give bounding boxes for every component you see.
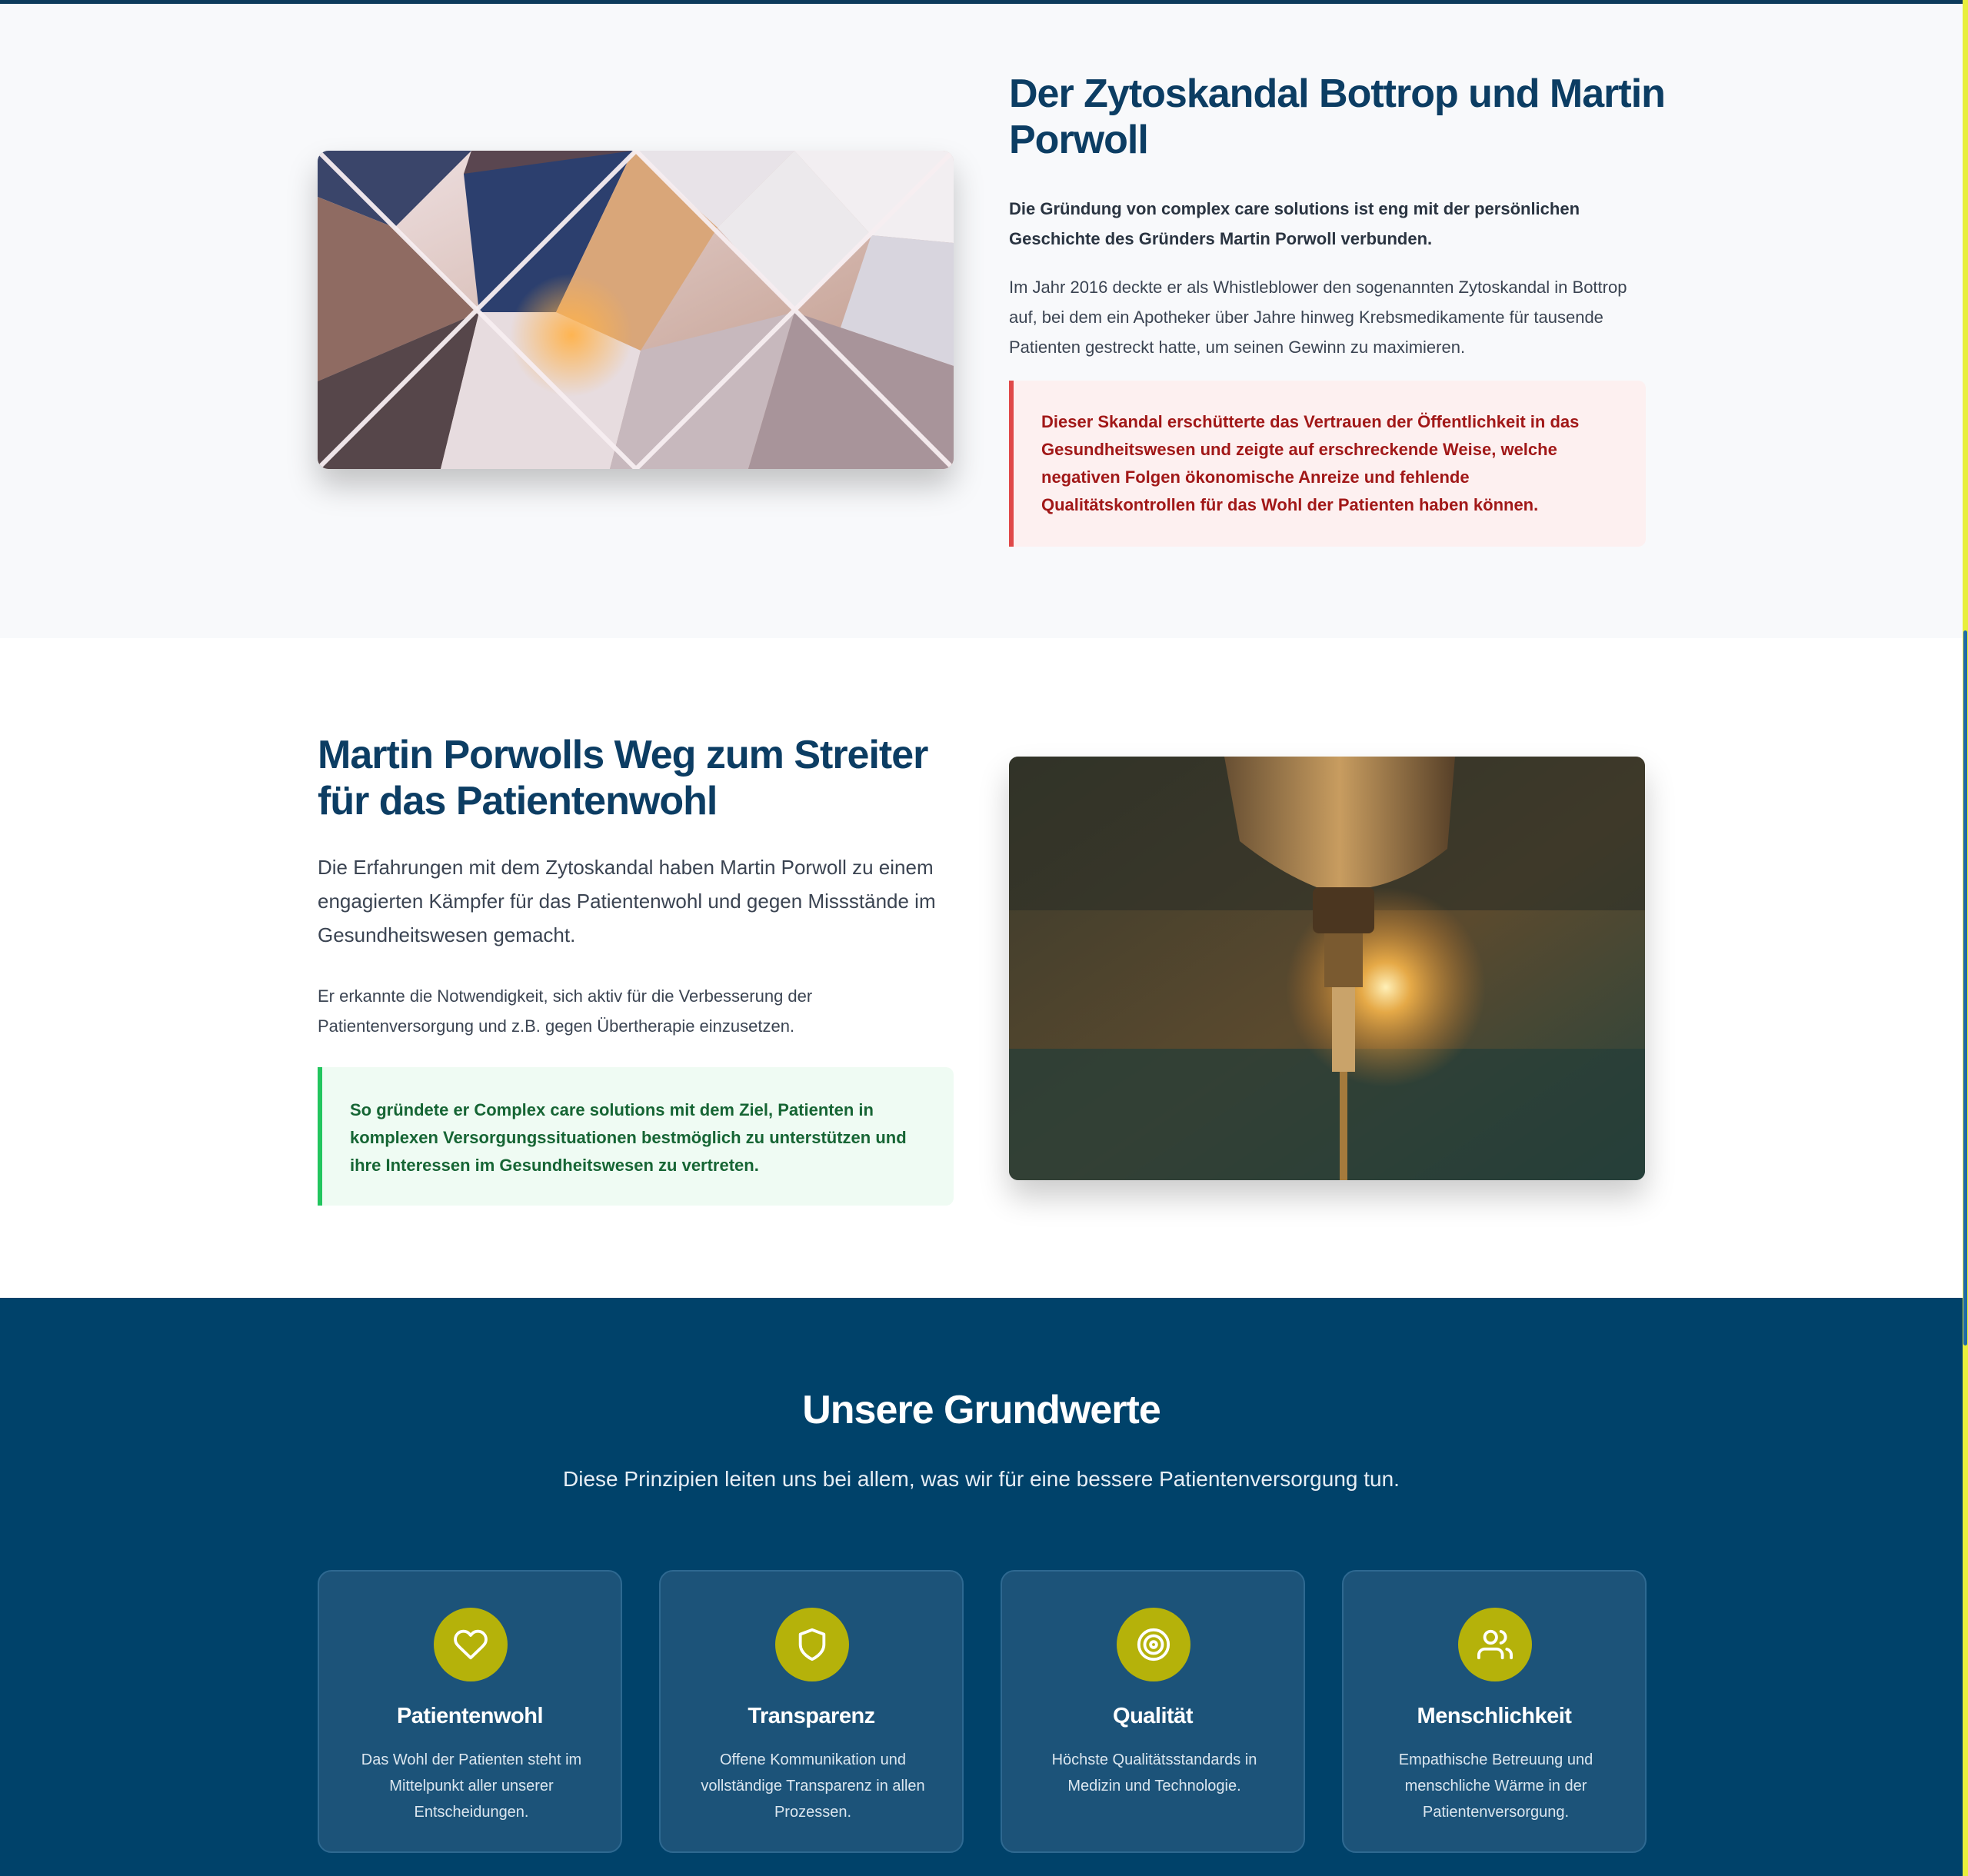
value-card-text: Offene Kommunikation und vollständige Tr… bbox=[701, 1751, 925, 1821]
scrollbar-thumb[interactable] bbox=[1963, 630, 1967, 1345]
founding-alert-text: So gründete er Complex care solutions mi… bbox=[350, 1100, 907, 1175]
values-subtitle: Diese Prinzipien leiten uns bei allem, w… bbox=[563, 1467, 1400, 1491]
porwoll-section bbox=[0, 638, 1963, 1298]
business-collage-image bbox=[318, 151, 954, 469]
section2-lead: Die Erfahrungen mit dem Zytoskandal habe… bbox=[318, 856, 936, 946]
iv-drip-image bbox=[1009, 757, 1645, 1180]
value-card-text: Das Wohl der Patienten steht im Mittelpu… bbox=[361, 1751, 582, 1821]
value-card-title: Patientenwohl bbox=[396, 1704, 544, 1728]
value-card-qualitaet: Qualität Höchste Qualitätsstandards in M… bbox=[1001, 1570, 1305, 1853]
founding-alert-box: So gründete er Complex care solutions mi… bbox=[318, 1067, 954, 1206]
section1-body: Im Jahr 2016 deckte er als Whistleblower… bbox=[1009, 278, 1627, 357]
heart-icon bbox=[434, 1608, 508, 1681]
value-card-transparenz: Transparenz Offene Kommunikation und vol… bbox=[659, 1570, 964, 1853]
section1-lead: Die Gründung von complex care solutions … bbox=[1009, 199, 1580, 248]
scandal-alert-text: Dieser Skandal erschütterte das Vertraue… bbox=[1041, 412, 1580, 514]
target-icon bbox=[1117, 1608, 1190, 1681]
value-card-patientenwohl: Patientenwohl Das Wohl der Patienten ste… bbox=[318, 1570, 622, 1853]
section1-title: Der Zytoskandal Bottrop und Martin Porwo… bbox=[1009, 72, 1666, 162]
scandal-alert-box: Dieser Skandal erschütterte das Vertraue… bbox=[1009, 381, 1646, 547]
value-card-title: Transparenz bbox=[748, 1704, 875, 1728]
value-card-title: Qualität bbox=[1113, 1704, 1193, 1728]
section2-body: Er erkannte die Notwendigkeit, sich akti… bbox=[318, 986, 813, 1036]
values-section bbox=[0, 1298, 1963, 1876]
value-card-title: Menschlichkeit bbox=[1417, 1704, 1572, 1728]
shield-icon bbox=[775, 1608, 849, 1681]
value-card-text: Höchste Qualitätsstandards in Medizin un… bbox=[1051, 1751, 1257, 1795]
values-title: Unsere Grundwerte bbox=[802, 1388, 1161, 1432]
section2-title: Martin Porwolls Weg zum Streiter für das… bbox=[318, 733, 928, 823]
users-icon bbox=[1458, 1608, 1532, 1681]
value-card-text: Empathische Betreuung und menschliche Wä… bbox=[1398, 1751, 1593, 1821]
value-card-menschlichkeit: Menschlichkeit Empathische Betreuung und… bbox=[1342, 1570, 1647, 1853]
page-scrollbar[interactable] bbox=[1963, 0, 1968, 1876]
